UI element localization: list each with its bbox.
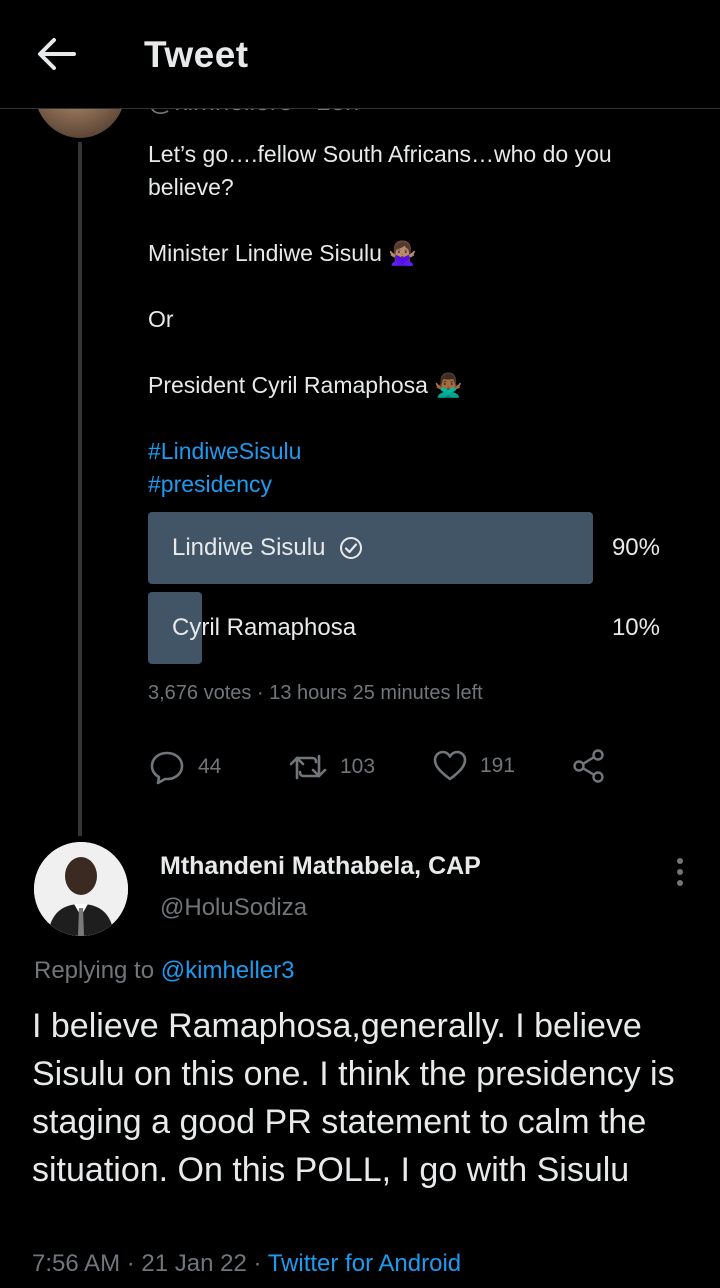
poll-option-label: Lindiwe Sisulu (172, 534, 326, 561)
like-count: 191 (480, 754, 516, 777)
replying-prefix: Replying to (34, 957, 155, 984)
replying-to: Replying to @kimheller3 (34, 957, 294, 985)
source-link[interactable]: Twitter for Android (268, 1250, 461, 1277)
person-avatar-icon (34, 842, 128, 936)
top-bar: Tweet (0, 0, 720, 109)
poll-option-2: Cyril Ramaphosa 10% (148, 592, 660, 664)
reply-author-handle[interactable]: @HoluSodiza (160, 894, 307, 922)
share-icon (573, 749, 604, 783)
poll-option-label: Cyril Ramaphosa (172, 614, 357, 641)
tweet-timestamp: 7:56 AM · 21 Jan 22 · (32, 1250, 262, 1277)
poll-votes: 3,676 votes (148, 682, 252, 704)
poll-percent: 10% (611, 614, 660, 641)
retweet-icon (289, 754, 327, 780)
reply-count: 44 (198, 755, 222, 778)
poll-option-1: Lindiwe Sisulu 90% (148, 512, 660, 584)
hashtag-link[interactable]: #presidency (148, 468, 688, 501)
reply-text: I believe Ramaphosa,generally. I believe… (32, 1007, 675, 1189)
reply-icon (150, 751, 184, 785)
share-button[interactable] (572, 748, 606, 784)
poll-meta: 3,676 votes · 13 hours 25 minutes left (148, 682, 483, 705)
tweet-line: Let’s go….fellow South Africans…who do y… (148, 141, 612, 200)
poll-time-left: 13 hours 25 minutes left (269, 682, 483, 704)
retweet-button[interactable]: 103 (288, 748, 375, 786)
tweet-line: Or (148, 306, 174, 332)
poll-percent: 90% (611, 534, 660, 561)
thread-line (78, 142, 82, 836)
heart-icon (433, 750, 467, 781)
hashtag-link[interactable]: #LindiweSisulu (148, 435, 688, 468)
like-button[interactable]: 191 (432, 748, 515, 784)
back-arrow-icon[interactable] (36, 36, 76, 72)
tweet-line: President Cyril Ramaphosa 🙅🏾‍♂️ (148, 372, 463, 398)
mention-link[interactable]: @kimheller3 (161, 957, 295, 984)
more-options-icon[interactable] (668, 856, 692, 888)
page-title: Tweet (144, 34, 249, 75)
reply-author-avatar[interactable] (34, 842, 128, 936)
reply-button[interactable]: 44 (148, 748, 221, 786)
check-circle-icon (340, 537, 363, 559)
tweet-line: Minister Lindiwe Sisulu 🙅🏽‍♀️ (148, 240, 417, 266)
retweet-count: 103 (340, 755, 376, 778)
tweet-meta: 7:56 AM · 21 Jan 22 · Twitter for Androi… (32, 1250, 461, 1278)
separator: · (256, 682, 264, 704)
tweet-text: Let’s go….fellow South Africans…who do y… (148, 138, 688, 501)
reply-author-name[interactable]: Mthandeni Mathabela, CAP (160, 852, 481, 881)
